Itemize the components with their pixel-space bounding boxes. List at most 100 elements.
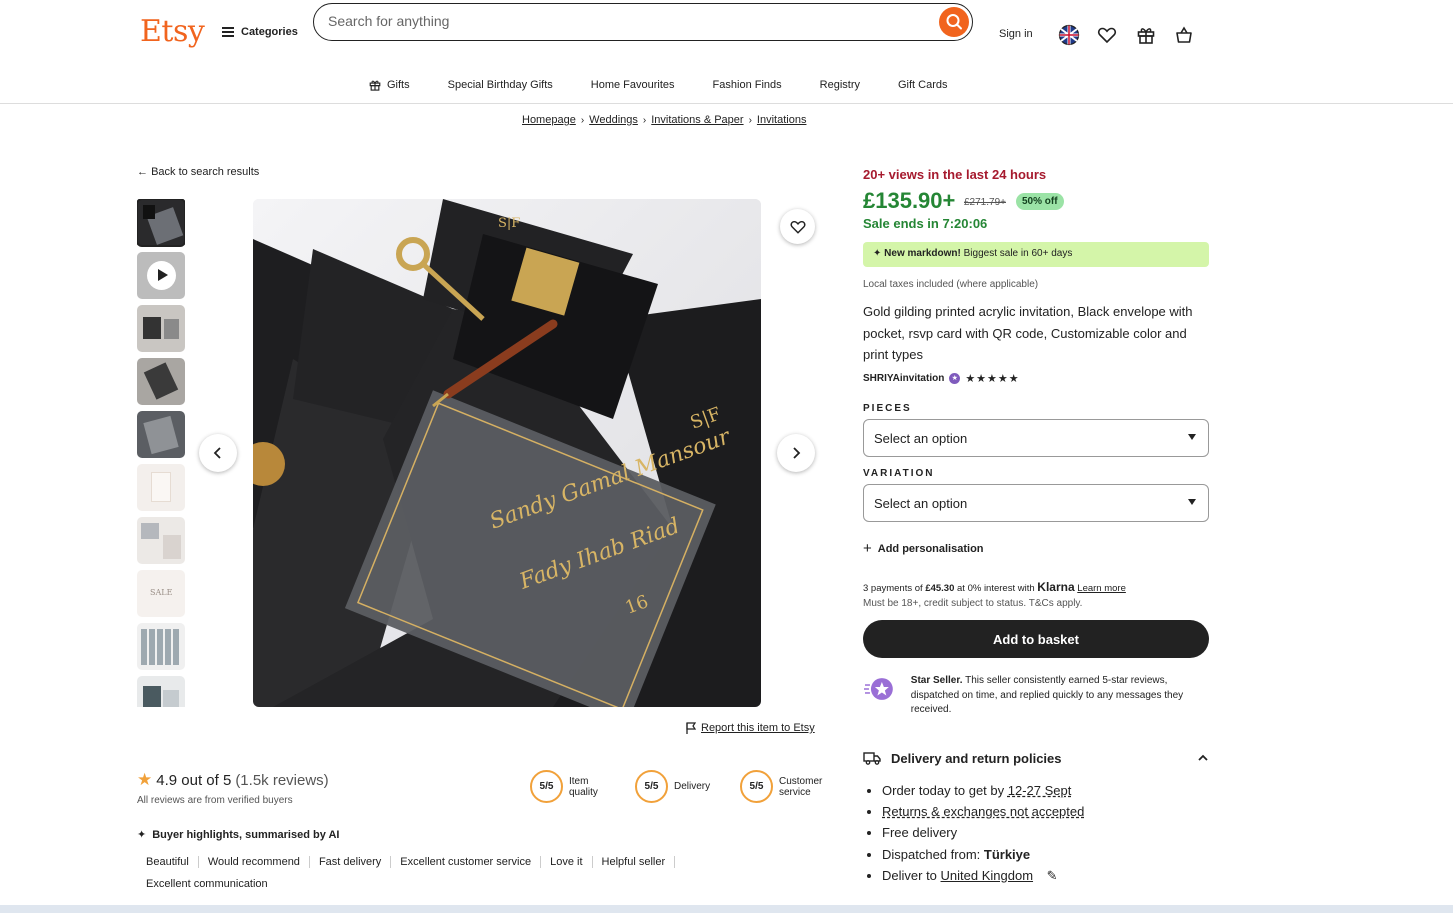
klarna-mid: at 0% interest with [954, 583, 1038, 594]
free-delivery: Free delivery [882, 823, 1084, 844]
thumbnail-5[interactable] [137, 411, 185, 458]
klarna-note: Must be 18+, credit subject to status. T… [863, 598, 1083, 609]
search-icon [946, 14, 962, 30]
variation-select[interactable]: Select an option [863, 484, 1209, 522]
highlight-tag[interactable]: Would recommend [199, 856, 310, 868]
breadcrumb-invitations[interactable]: Invitations [757, 114, 807, 126]
highlight-tag[interactable]: Love it [541, 856, 593, 868]
search-bar [313, 3, 973, 41]
markdown-text: Biggest sale in 60+ days [960, 248, 1073, 259]
menu-icon [222, 27, 234, 37]
views-notice: 20+ views in the last 24 hours [863, 167, 1047, 182]
star-seller-icon [863, 678, 893, 700]
report-item-link[interactable]: Report this item to Etsy [686, 722, 815, 734]
breadcrumb-homepage[interactable]: Homepage [522, 114, 576, 126]
chevron-up-icon [1198, 754, 1208, 761]
gift-icon[interactable] [1135, 24, 1157, 46]
highlight-tags: Beautiful Would recommend Fast delivery … [137, 856, 737, 890]
back-to-search-link[interactable]: ← Back to search results [137, 166, 259, 178]
delivery-policies-toggle[interactable]: Delivery and return policies [863, 750, 1209, 766]
flag-icon [686, 722, 696, 734]
score-circle: 5/5 [740, 770, 773, 803]
subnav-home-favourites[interactable]: Home Favourites [591, 78, 675, 92]
star-icon: ★ [137, 770, 153, 789]
caret-down-icon [1188, 434, 1196, 440]
report-label: Report this item to Etsy [701, 722, 815, 734]
breadcrumb-invitations-paper[interactable]: Invitations & Paper [651, 114, 743, 126]
product-photo: Sandy Gamal Mansour Fady Ihab Riad 16 S|… [253, 199, 761, 707]
seller-name[interactable]: SHRIYAinvitation [863, 373, 944, 384]
highlight-tag[interactable]: Fast delivery [310, 856, 392, 868]
add-to-basket-button[interactable]: Add to basket [863, 620, 1209, 658]
etsy-logo[interactable]: Etsy [140, 14, 205, 49]
categories-button[interactable]: Categories [222, 26, 298, 38]
thumbnail-9[interactable] [137, 623, 185, 670]
subnav-gifts[interactable]: Gifts [368, 78, 410, 92]
breadcrumb: Homepage › Weddings › Invitations & Pape… [522, 114, 806, 126]
review-count: (1.5k reviews) [235, 771, 329, 789]
site-header: Etsy Categories Sign in Gifts Special Bi… [0, 0, 1453, 104]
thumbnail-10[interactable] [137, 676, 185, 707]
heart-icon [790, 220, 805, 234]
highlights-label: Buyer highlights, summarised by AI [152, 828, 340, 841]
sale-timer: Sale ends in 7:20:06 [863, 216, 988, 231]
star-seller-badge-icon: ★ [949, 373, 961, 384]
klarna-learn-more-link[interactable]: Learn more [1077, 583, 1126, 594]
klarna-amount: £45.30 [925, 583, 955, 594]
pieces-label: PIECES [863, 403, 912, 414]
delivery-date[interactable]: 12-27 Sept [1008, 783, 1072, 798]
subnav-special-birthday-gifts[interactable]: Special Birthday Gifts [448, 78, 553, 92]
score-label: Customer service [779, 775, 823, 798]
pieces-value: Select an option [874, 431, 968, 446]
sign-in-link[interactable]: Sign in [999, 28, 1033, 40]
seller-info: SHRIYAinvitation ★ ★★★★★ [863, 372, 1020, 385]
subnav-fashion-finds[interactable]: Fashion Finds [713, 78, 782, 92]
price: £135.90+ [863, 188, 956, 213]
tax-note: Local taxes included (where applicable) [863, 279, 1039, 290]
chevron-left-icon [213, 447, 221, 459]
subnav-registry[interactable]: Registry [820, 78, 860, 92]
pieces-select[interactable]: Select an option [863, 419, 1209, 457]
thumbnail-6[interactable] [137, 464, 185, 511]
product-main-image[interactable]: Sandy Gamal Mansour Fady Ihab Riad 16 S|… [253, 199, 761, 707]
klarna-offer: 3 payments of £45.30 at 0% interest with… [863, 580, 1126, 594]
seller-rating-stars[interactable]: ★★★★★ [965, 372, 1019, 385]
thumbnail-8[interactable]: SALE [137, 570, 185, 617]
dispatch-origin: Dispatched from: Türkiye [882, 845, 1084, 866]
search-input[interactable] [328, 13, 908, 29]
deliver-pre: Deliver to [882, 867, 941, 883]
subnav-label: Gifts [387, 79, 410, 91]
delivery-title: Delivery and return policies [891, 750, 1062, 766]
returns-link[interactable]: Returns & exchanges not accepted [882, 804, 1084, 819]
favorite-button[interactable] [780, 209, 815, 244]
thumbnail-3[interactable] [137, 305, 185, 352]
previous-image-button[interactable] [199, 434, 237, 472]
star-seller-bold: Star Seller. [910, 675, 963, 686]
edit-pencil-icon[interactable]: ✎ [1047, 868, 1058, 883]
basket-icon[interactable] [1173, 24, 1195, 46]
thumbnail-video[interactable] [137, 252, 185, 299]
breadcrumb-weddings[interactable]: Weddings [589, 114, 638, 126]
play-icon [147, 261, 176, 290]
categories-label: Categories [241, 26, 298, 38]
deliver-to: Deliver to United Kingdom ✎ [882, 866, 1084, 887]
highlight-tag[interactable]: Excellent customer service [391, 856, 542, 868]
variation-label: VARIATION [863, 468, 935, 479]
score-customer-service: 5/5 Customer service [740, 770, 823, 803]
thumbnail-7[interactable] [137, 517, 185, 564]
favorites-heart-icon[interactable] [1096, 24, 1118, 46]
uk-flag-icon[interactable] [1058, 24, 1080, 46]
thumbnail-1[interactable] [137, 199, 185, 247]
deliver-country-link[interactable]: United Kingdom [941, 868, 1034, 883]
original-price: £271.79+ [964, 197, 1006, 208]
search-button[interactable] [939, 7, 969, 37]
highlight-tag[interactable]: Helpful seller [593, 856, 676, 868]
thumbnail-4[interactable] [137, 358, 185, 405]
subnav-gift-cards[interactable]: Gift Cards [898, 78, 948, 92]
highlight-tag[interactable]: Excellent communication [137, 878, 277, 890]
next-image-button[interactable] [777, 434, 815, 472]
highlight-tag[interactable]: Beautiful [137, 856, 199, 868]
rating-summary[interactable]: ★ 4.9 out of 5 (1.5k reviews) [137, 770, 329, 790]
discount-badge: 50% off [1016, 193, 1064, 210]
add-personalisation-button[interactable]: + Add personalisation [863, 540, 984, 557]
